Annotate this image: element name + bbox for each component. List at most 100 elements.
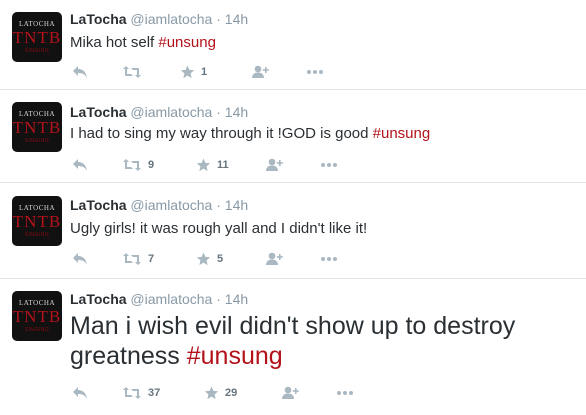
retweet-icon	[123, 66, 141, 78]
author-name[interactable]: LaTocha	[70, 197, 127, 213]
tweet-header: LaTocha @iamlatocha · 14h	[70, 11, 248, 27]
more-button[interactable]	[320, 249, 338, 269]
avatar-brand-main: TNTB	[12, 212, 62, 231]
author-handle[interactable]: @iamlatocha	[130, 197, 212, 213]
author-handle[interactable]: @iamlatocha	[130, 291, 212, 307]
tweet-actions: 9 11	[70, 155, 370, 175]
tweet-time[interactable]: · 14h	[216, 11, 248, 27]
tweet-text: I had to sing my way through it !GOD is …	[70, 125, 430, 142]
tweet-actions: 7 5	[70, 249, 370, 269]
author-handle[interactable]: @iamlatocha	[130, 104, 212, 120]
follow-icon	[252, 65, 269, 78]
retweet-button[interactable]	[122, 62, 148, 82]
author-name[interactable]: LaTocha	[70, 104, 127, 120]
tweet[interactable]: LATOCHA TNTB SINGING LaTocha @iamlatocha…	[0, 90, 586, 183]
more-button[interactable]	[320, 155, 338, 175]
favorite-button[interactable]: 5	[196, 249, 223, 269]
favorite-icon	[196, 158, 211, 172]
tweet-actions: 37 29	[70, 383, 370, 403]
tweet-body-line: greatness #unsung	[70, 341, 515, 371]
tweet-time[interactable]: · 14h	[216, 291, 248, 307]
avatar[interactable]: LATOCHA TNTB SINGING	[12, 12, 62, 62]
tweet-header: LaTocha @iamlatocha · 14h	[70, 291, 248, 307]
reply-button[interactable]	[72, 155, 88, 175]
tweet-body: Mika hot self	[70, 34, 159, 51]
more-button[interactable]	[336, 383, 354, 403]
tweet-time[interactable]: · 14h	[216, 197, 248, 213]
tweet-body: greatness	[70, 342, 187, 370]
avatar-brand-top: LATOCHA	[18, 204, 56, 212]
more-icon	[321, 257, 337, 261]
tweet-text: Man i wish evil didn't show up to destro…	[70, 311, 515, 371]
retweet-button[interactable]: 7	[122, 249, 154, 269]
follow-button[interactable]	[264, 155, 284, 175]
tweet-body: I had to sing my way through it !GOD is …	[70, 125, 373, 142]
follow-icon	[282, 386, 299, 399]
favorite-icon	[180, 65, 195, 79]
retweet-button[interactable]: 9	[122, 155, 154, 175]
avatar-brand-main: TNTB	[12, 307, 62, 326]
avatar[interactable]: LATOCHA TNTB SINGING	[12, 291, 62, 341]
reply-icon	[73, 159, 87, 171]
tweet[interactable]: LATOCHA TNTB SINGING LaTocha @iamlatocha…	[0, 0, 586, 90]
retweet-count: 9	[148, 159, 155, 171]
hashtag-link[interactable]: #unsung	[373, 125, 431, 142]
tweet-text: Ugly girls! it was rough yall and I didn…	[70, 220, 367, 237]
more-icon	[321, 163, 337, 167]
more-icon	[307, 70, 323, 74]
reply-button[interactable]	[72, 62, 88, 82]
retweet-count: 37	[148, 387, 161, 399]
tweet-body: Ugly girls! it was rough yall and I didn…	[70, 220, 368, 237]
author-name[interactable]: LaTocha	[70, 11, 127, 27]
favorite-button[interactable]: 29	[204, 383, 237, 403]
retweet-count: 7	[148, 253, 155, 265]
reply-icon	[73, 253, 87, 265]
favorite-button[interactable]: 11	[196, 155, 229, 175]
tweet-header: LaTocha @iamlatocha · 14h	[70, 197, 248, 213]
retweet-icon	[123, 159, 141, 171]
avatar-brand-top: LATOCHA	[18, 110, 56, 118]
avatar-brand-main: TNTB	[12, 28, 62, 47]
follow-icon	[266, 252, 283, 265]
avatar-brand-sub: SINGING	[24, 327, 50, 333]
favorite-count: 29	[225, 387, 238, 399]
tweet-header: LaTocha @iamlatocha · 14h	[70, 104, 248, 120]
more-button[interactable]	[306, 62, 324, 82]
reply-icon	[73, 387, 87, 399]
follow-icon	[266, 158, 283, 171]
follow-button[interactable]	[264, 249, 284, 269]
retweet-icon	[123, 387, 141, 399]
tweet-text: Mika hot self #unsung	[70, 34, 216, 51]
favorite-count: 1	[201, 66, 208, 78]
author-handle[interactable]: @iamlatocha	[130, 11, 212, 27]
avatar[interactable]: LATOCHA TNTB SINGING	[12, 102, 62, 152]
tweet-time[interactable]: · 14h	[216, 104, 248, 120]
favorite-icon	[204, 386, 219, 400]
avatar-brand-sub: SINGING	[24, 232, 50, 238]
favorite-icon	[196, 252, 211, 266]
author-name[interactable]: LaTocha	[70, 291, 127, 307]
avatar[interactable]: LATOCHA TNTB SINGING	[12, 196, 62, 246]
tweet[interactable]: LATOCHA TNTB SINGING LaTocha @iamlatocha…	[0, 279, 586, 415]
tweet-actions: 1	[70, 62, 370, 82]
tweet-body-line: Man i wish evil didn't show up to destro…	[70, 312, 516, 340]
tweet[interactable]: LATOCHA TNTB SINGING LaTocha @iamlatocha…	[0, 183, 586, 279]
avatar-brand-sub: SINGING	[24, 48, 50, 54]
avatar-brand-sub: SINGING	[24, 138, 50, 144]
hashtag-link[interactable]: #unsung	[158, 34, 216, 51]
retweet-icon	[123, 253, 141, 265]
avatar-brand-top: LATOCHA	[18, 299, 56, 307]
more-icon	[337, 391, 353, 395]
retweet-button[interactable]: 37	[122, 383, 160, 403]
follow-button[interactable]	[250, 62, 270, 82]
reply-button[interactable]	[72, 383, 88, 403]
reply-button[interactable]	[72, 249, 88, 269]
favorite-count: 5	[217, 253, 224, 265]
hashtag-link[interactable]: #unsung	[187, 342, 283, 370]
avatar-brand-top: LATOCHA	[18, 20, 56, 28]
avatar-brand-main: TNTB	[12, 118, 62, 137]
follow-button[interactable]	[280, 383, 300, 403]
favorite-button[interactable]: 1	[180, 62, 207, 82]
favorite-count: 11	[217, 159, 229, 171]
reply-icon	[73, 66, 87, 78]
